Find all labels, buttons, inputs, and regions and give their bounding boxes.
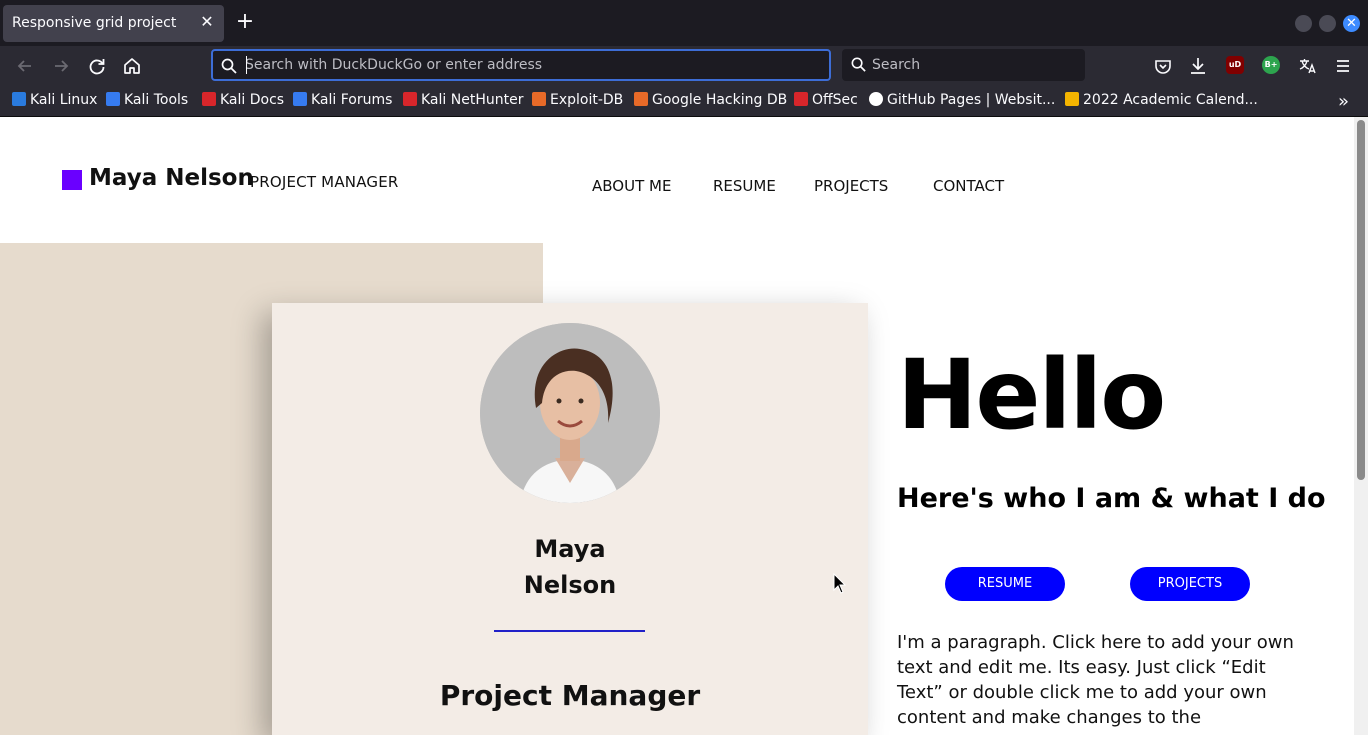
search-bar[interactable]: [842, 49, 1085, 81]
home-icon[interactable]: [121, 55, 143, 77]
bookmark-kali-tools[interactable]: Kali Tools: [106, 92, 188, 112]
window-close-button[interactable]: ✕: [1343, 15, 1360, 32]
card-title: Project Manager: [439, 679, 701, 712]
bookmark-kali-linux[interactable]: Kali Linux: [12, 92, 97, 112]
card-name: Maya Nelson: [523, 535, 617, 599]
bookmark-academic-calendar[interactable]: 2022 Academic Calend...: [1065, 92, 1258, 112]
avatar: [480, 323, 660, 503]
nav-contact[interactable]: CONTACT: [933, 177, 1004, 195]
github-icon: [869, 92, 883, 106]
web-page: Maya Nelson PROJECT MANAGER ABOUT ME RES…: [0, 117, 1368, 735]
search-input[interactable]: [872, 55, 1072, 75]
bookmarks-overflow-icon[interactable]: »: [1338, 91, 1349, 112]
resume-button[interactable]: RESUME: [945, 567, 1065, 601]
bookmark-kali-docs[interactable]: Kali Docs: [202, 92, 284, 112]
ublock-extension-icon[interactable]: uD: [1226, 56, 1244, 74]
translate-icon[interactable]: [1296, 55, 1318, 77]
bookmark-google-hacking-db[interactable]: Google Hacking DB: [634, 92, 787, 112]
kali-linux-icon: [12, 92, 26, 106]
bookmark-exploit-db[interactable]: Exploit-DB: [532, 92, 623, 112]
tab-close-icon[interactable]: ✕: [198, 13, 216, 31]
browser-tab-bar: Responsive grid project ✕ + ✕: [0, 0, 1368, 46]
text-caret: [246, 56, 247, 74]
nav-resume[interactable]: RESUME: [713, 177, 776, 195]
scrollbar-thumb[interactable]: [1357, 120, 1365, 480]
browser-tab[interactable]: Responsive grid project ✕: [3, 5, 224, 42]
pocket-icon[interactable]: [1152, 55, 1174, 77]
hero-greeting: Hello: [897, 339, 1166, 451]
profile-card: Maya Nelson Project Manager: [272, 303, 868, 735]
exploit-db-icon: [532, 92, 546, 106]
bookmarks-toolbar: Kali Linux Kali Tools Kali Docs Kali For…: [0, 86, 1368, 117]
google-drive-icon: [1065, 92, 1079, 106]
address-bar[interactable]: [211, 49, 831, 81]
bookmark-github-pages[interactable]: GitHub Pages | Websit...: [869, 92, 1055, 112]
page-scrollbar[interactable]: [1354, 117, 1368, 735]
menu-icon[interactable]: [1332, 55, 1354, 77]
kali-docs-icon: [202, 92, 216, 106]
bookmark-kali-nethunter[interactable]: Kali NetHunter: [403, 92, 523, 112]
logo-square: [62, 170, 82, 190]
download-icon[interactable]: [1187, 55, 1209, 77]
kali-nethunter-icon: [403, 92, 417, 106]
offsec-icon: [794, 92, 808, 106]
site-logo-name[interactable]: Maya Nelson: [89, 165, 254, 191]
window-minimize-button[interactable]: [1295, 15, 1312, 32]
nav-projects[interactable]: PROJECTS: [814, 177, 888, 195]
extension-badge-icon[interactable]: B+: [1262, 56, 1280, 74]
intro-paragraph: I'm a paragraph. Click here to add your …: [897, 632, 1294, 728]
new-tab-button[interactable]: +: [235, 11, 255, 33]
url-input[interactable]: [245, 55, 815, 75]
site-logo-role: PROJECT MANAGER: [250, 173, 399, 191]
forward-arrow-icon[interactable]: [50, 55, 72, 77]
tab-title: Responsive grid project: [12, 15, 177, 31]
browser-toolbar: uD B+: [0, 46, 1368, 86]
search-icon: [851, 57, 866, 72]
reload-icon[interactable]: [86, 55, 108, 77]
bookmark-offsec[interactable]: OffSec: [794, 92, 858, 112]
projects-button[interactable]: PROJECTS: [1130, 567, 1250, 601]
kali-tools-icon: [106, 92, 120, 106]
card-divider: [494, 630, 645, 632]
google-hacking-db-icon: [634, 92, 648, 106]
window-maximize-button[interactable]: [1319, 15, 1336, 32]
nav-about-me[interactable]: ABOUT ME: [592, 177, 671, 195]
kali-forums-icon: [293, 92, 307, 106]
mouse-pointer-icon: [833, 573, 847, 594]
back-arrow-icon[interactable]: [14, 55, 36, 77]
hero-subheading: Here's who I am & what I do: [897, 483, 1326, 514]
bookmark-kali-forums[interactable]: Kali Forums: [293, 92, 392, 112]
search-icon: [221, 58, 237, 74]
